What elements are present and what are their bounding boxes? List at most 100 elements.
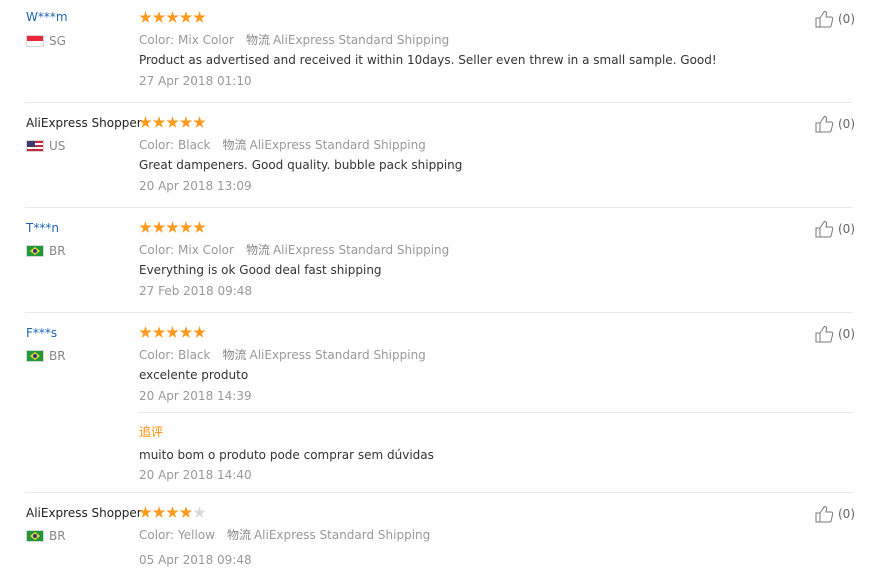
reviewer-country: SG <box>26 34 66 48</box>
country-code: BR <box>49 349 66 363</box>
star-filled-icon <box>179 116 193 128</box>
shipping-method: AliExpress Standard Shipping <box>249 138 426 152</box>
star-filled-icon <box>166 221 179 233</box>
star-filled-icon <box>152 506 166 518</box>
color-label: Color: <box>139 528 175 542</box>
reviewer-country: BR <box>26 349 66 363</box>
helpful-button[interactable]: (0) <box>815 10 855 28</box>
shipping-icon: 物流 <box>222 348 247 362</box>
review-item: AliExpress Shopper BR Color: Yellow 物流 Ali… <box>0 495 877 576</box>
shipping-method: AliExpress Standard Shipping <box>253 528 431 542</box>
country-code: SG <box>49 34 66 48</box>
shipping-icon: 物流 <box>222 138 247 152</box>
review-date: 20 Apr 2018 13:09 <box>139 179 252 193</box>
flag-sg-icon <box>26 35 44 47</box>
star-filled-icon <box>139 116 152 128</box>
thumbs-up-icon <box>815 506 834 523</box>
star-filled-icon <box>193 11 206 23</box>
color-label: Color: <box>139 33 175 47</box>
star-filled-icon <box>179 221 193 233</box>
reviewer-name[interactable]: W***m <box>26 10 68 24</box>
review-item: AliExpress Shopper US Color: Black 物流 AliE… <box>0 105 877 207</box>
star-filled-icon <box>139 506 152 518</box>
reviewer-name[interactable]: T***n <box>26 221 59 235</box>
star-filled-icon <box>152 221 166 233</box>
divider <box>25 492 852 493</box>
divider <box>25 102 852 103</box>
review-date: 05 Apr 2018 09:48 <box>139 553 252 567</box>
followup-divider <box>138 412 852 413</box>
star-filled-icon <box>139 221 152 233</box>
color-value: Black <box>178 348 211 362</box>
star-filled-icon <box>166 326 179 338</box>
review-date: 20 Apr 2018 14:39 <box>139 389 252 403</box>
review-text: Everything is ok Good deal fast shipping <box>139 263 382 277</box>
star-rating <box>139 221 207 234</box>
star-filled-icon <box>179 11 193 23</box>
flag-br-icon <box>26 350 44 362</box>
star-filled-icon <box>166 506 179 518</box>
reviewer-name: AliExpress Shopper <box>26 116 142 130</box>
review-date: 27 Feb 2018 09:48 <box>139 284 253 298</box>
thumbs-up-icon <box>815 326 834 343</box>
thumbs-up-icon <box>815 116 834 133</box>
color-value: Black <box>178 138 211 152</box>
color-value: Yellow <box>178 528 215 542</box>
star-filled-icon <box>179 506 193 518</box>
review-item: T***n BR Color: Mix Color 物流 AliExpress St… <box>0 210 877 312</box>
country-code: US <box>49 139 66 153</box>
order-info: Color: Black 物流 AliExpress Standard Shippi… <box>139 346 426 363</box>
divider <box>25 312 852 313</box>
order-info: Color: Yellow 物流 AliExpress Standard Shipp… <box>139 526 430 543</box>
helpful-count: (0) <box>838 117 855 131</box>
helpful-button[interactable]: (0) <box>815 505 855 523</box>
shipping-method: AliExpress Standard Shipping <box>249 348 426 362</box>
order-info: Color: Black 物流 AliExpress Standard Shippi… <box>139 136 426 153</box>
shipping-icon: 物流 <box>245 33 270 47</box>
star-filled-icon <box>166 116 179 128</box>
review-date: 27 Apr 2018 01:10 <box>139 74 252 88</box>
star-filled-icon <box>166 11 179 23</box>
shipping-icon: 物流 <box>245 243 270 257</box>
helpful-button[interactable]: (0) <box>815 325 855 343</box>
country-code: BR <box>49 529 66 543</box>
review-text: Product as advertised and received it wi… <box>139 53 717 67</box>
helpful-button[interactable]: (0) <box>815 220 855 238</box>
reviewer-country: BR <box>26 244 66 258</box>
followup-date: 20 Apr 2018 14:40 <box>139 468 252 482</box>
star-filled-icon <box>139 11 152 23</box>
helpful-button[interactable]: (0) <box>815 115 855 133</box>
star-filled-icon <box>152 326 166 338</box>
thumbs-up-icon <box>815 11 834 28</box>
star-filled-icon <box>193 326 206 338</box>
followup-label: 追评 <box>139 425 164 439</box>
flag-br-icon <box>26 530 44 542</box>
star-rating <box>139 326 207 339</box>
followup-text: muito bom o produto pode comprar sem dúv… <box>139 448 434 462</box>
star-filled-icon <box>193 221 206 233</box>
review-item: F***s BR Color: Black 物流 AliExpress Standa… <box>0 315 877 492</box>
star-filled-icon <box>152 11 166 23</box>
order-info: Color: Mix Color 物流 AliExpress Standard Sh… <box>139 241 449 258</box>
shipping-method: AliExpress Standard Shipping <box>272 243 450 257</box>
color-value: Mix Color <box>178 33 234 47</box>
color-label: Color: <box>139 348 175 362</box>
star-empty-icon <box>193 506 206 518</box>
thumbs-up-icon <box>815 221 834 238</box>
flag-us-icon <box>26 140 44 152</box>
review-text: Great dampeners. Good quality. bubble pa… <box>139 158 463 172</box>
color-label: Color: <box>139 138 175 152</box>
reviewer-country: US <box>26 139 65 153</box>
star-rating <box>139 116 207 129</box>
reviewer-name[interactable]: F***s <box>26 326 57 340</box>
review-item: W***m SG Color: Mix Color 物流 AliExpress St… <box>0 0 877 102</box>
review-text: excelente produto <box>139 368 249 382</box>
helpful-count: (0) <box>838 327 855 341</box>
reviewer-name: AliExpress Shopper <box>26 506 142 520</box>
shipping-method: AliExpress Standard Shipping <box>272 33 450 47</box>
divider <box>25 207 852 208</box>
country-code: BR <box>49 244 66 258</box>
reviewer-country: BR <box>26 529 66 543</box>
flag-br-icon <box>26 245 44 257</box>
star-filled-icon <box>152 116 166 128</box>
